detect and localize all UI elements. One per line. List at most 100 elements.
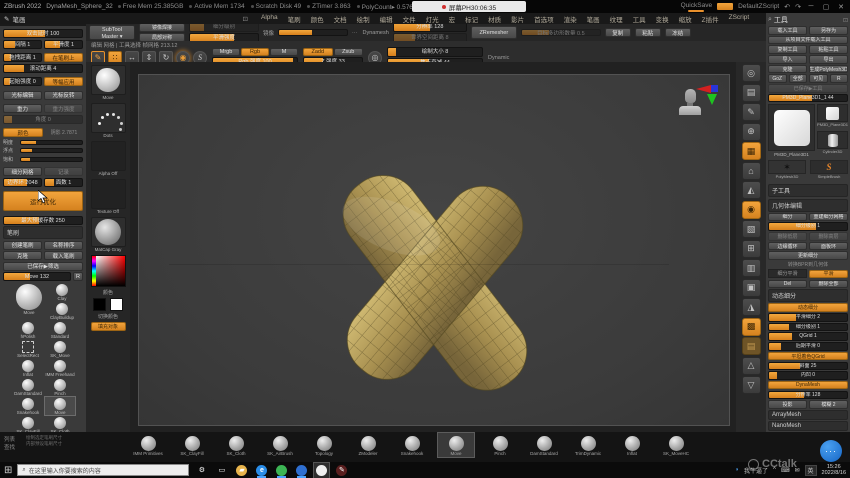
paint-mode-button[interactable]: Mrgb xyxy=(212,48,240,56)
section-header[interactable]: 几何体编辑 xyxy=(768,199,848,212)
button[interactable]: 重力 xyxy=(3,104,42,113)
slider[interactable]: 间隔 1 xyxy=(3,40,42,49)
redo-icon[interactable]: ↷ xyxy=(795,3,801,11)
search-icon[interactable]: ⌕ xyxy=(768,16,772,24)
slider[interactable]: 平滑细分 2 xyxy=(768,313,848,322)
slider[interactable]: 平滑度 1 xyxy=(44,40,83,49)
right-shelf-icon[interactable]: ◭ xyxy=(742,181,761,199)
undo-icon[interactable]: ↶ xyxy=(784,3,790,11)
secondary-color-swatch[interactable] xyxy=(110,298,123,311)
brush-IMM Freehand[interactable]: IMM Freehand xyxy=(45,359,75,377)
section-header[interactable]: ArrayMesh xyxy=(768,410,848,420)
clock[interactable]: 15:26 2022/8/16 xyxy=(822,464,846,477)
mirror-weld-button[interactable]: 镜像焊接 xyxy=(139,24,185,32)
button[interactable]: 已保存▶筛选 xyxy=(3,262,83,271)
stroke-type-tile[interactable]: Dots xyxy=(91,103,126,139)
sdiv-level-slider[interactable]: 细分级别 xyxy=(189,24,259,32)
menu-item[interactable]: 文档 xyxy=(329,14,352,24)
button[interactable]: 导出 xyxy=(809,55,848,64)
button[interactable]: 细分网格 xyxy=(3,167,42,176)
button[interactable]: DynaMesh xyxy=(768,381,848,390)
brush-Move[interactable]: Move xyxy=(13,283,45,315)
brush-Move[interactable]: Move xyxy=(45,397,75,415)
default-zscript-button[interactable]: DefaultZScript xyxy=(738,3,779,10)
fill-object-button[interactable]: 填充对象 xyxy=(91,322,126,331)
minimize-button[interactable]: ─ xyxy=(806,3,816,10)
zremesher-button[interactable]: ZRemesher xyxy=(471,26,517,39)
section-header[interactable]: NanoMesh xyxy=(768,421,848,431)
menu-item[interactable]: Alpha xyxy=(256,14,283,24)
menu-item[interactable]: 颜色 xyxy=(306,14,329,24)
tray-brush-Snakehook[interactable]: Snakehook xyxy=(394,433,430,457)
button[interactable]: 平滑 xyxy=(809,270,848,279)
menu-item[interactable]: 编辑 xyxy=(375,14,398,24)
current-brush-tile[interactable]: Move xyxy=(91,65,126,101)
slider[interactable]: 边界环 2048 xyxy=(3,178,42,187)
button[interactable]: 在笔刷上 xyxy=(44,53,83,62)
tool-thumb-plane[interactable]: PM3D_Plane3D1 xyxy=(817,104,848,127)
slider[interactable]: 最大预缓存数 250 xyxy=(3,216,83,225)
button[interactable]: 平坦着色QGrid xyxy=(768,352,848,361)
dock-pin-icon[interactable]: ⊡ xyxy=(243,15,248,23)
freeze-button[interactable]: 冻结 xyxy=(665,28,691,37)
button[interactable]: 边缘循环 xyxy=(768,242,807,251)
taskbar-app-icon[interactable]: ▰ xyxy=(234,463,249,478)
tray-brush-SK_MoveHC[interactable]: SK_MoveHC xyxy=(658,433,694,457)
right-shelf-icon[interactable]: ◉ xyxy=(742,201,761,219)
slider[interactable]: 细分级别 1 xyxy=(768,222,848,231)
slider[interactable]: 滚动距离 4 xyxy=(3,64,83,73)
brush-SelectRect[interactable]: SelectRect xyxy=(13,340,43,358)
notify-icon[interactable]: ◗ xyxy=(735,467,739,473)
tray-brush-SK_ClayFill[interactable]: SK_ClayFill xyxy=(174,433,210,457)
brush-ClayBuildup[interactable]: ClayBuildup xyxy=(47,302,77,320)
home-button[interactable] xyxy=(717,3,733,10)
tray-brush-Inflat[interactable]: Inflat xyxy=(614,433,650,457)
slider[interactable]: Move 132 xyxy=(3,272,71,281)
close-button[interactable]: ✕ xyxy=(836,3,846,11)
taskbar-app-icon[interactable] xyxy=(314,463,329,478)
quicksave-slider[interactable] xyxy=(688,10,704,12)
button[interactable]: Del xyxy=(768,280,807,289)
recording-tab[interactable]: 屏幕PH30:06:35 xyxy=(412,1,526,12)
button[interactable]: 粘贴工具 xyxy=(809,45,848,54)
taskbar-search[interactable]: ⌕ 在这里输入你要搜索的内容 xyxy=(17,464,189,476)
sculpt-mesh[interactable] xyxy=(139,75,729,425)
button[interactable]: 重建细分网格 xyxy=(809,213,848,222)
paste-button[interactable]: 粘贴 xyxy=(635,28,661,37)
main-color-swatch[interactable] xyxy=(93,298,106,311)
right-shelf-icon[interactable]: ▥ xyxy=(742,259,761,277)
quicksave-button[interactable]: QuickSave xyxy=(681,2,712,12)
section-header[interactable]: 动态细分 xyxy=(768,289,848,302)
menu-item[interactable]: 笔画 xyxy=(582,14,605,24)
taskbar-app-icon[interactable]: e xyxy=(254,463,269,478)
smooth-strength-slider[interactable]: 平滑强度 xyxy=(189,33,259,41)
menu-item[interactable]: 文件 xyxy=(398,14,421,24)
slider[interactable]: 分辨率 128 xyxy=(768,391,848,400)
tray-brush-TrimDynamic[interactable]: TrimDynamic xyxy=(570,433,606,457)
button[interactable]: 创建笔刷 xyxy=(3,241,42,250)
button[interactable]: 克隆 xyxy=(768,65,807,74)
target-poly-slider[interactable]: 目标多边形数量 0.5 xyxy=(521,29,601,36)
right-shelf-icon[interactable]: ⊞ xyxy=(742,240,761,258)
ime-chip[interactable]: 英 xyxy=(805,465,817,476)
menu-item[interactable]: 宏 xyxy=(444,14,461,24)
alpha-tile[interactable]: Alpha Off xyxy=(91,141,126,177)
tray-brush-Topology[interactable]: Topology xyxy=(306,433,342,457)
local-sym-button[interactable]: 局部对称 xyxy=(139,33,185,41)
taskbar-app-icon[interactable] xyxy=(294,463,309,478)
docked-palette-header[interactable]: ✎ 笔画 ⊡ xyxy=(4,14,256,24)
menu-item[interactable]: Z插件 xyxy=(697,14,724,24)
taskbar-app-icon[interactable]: ✎ xyxy=(334,463,349,478)
tray-brush-Move[interactable]: Move xyxy=(438,433,474,457)
axis-gizmo[interactable] xyxy=(693,83,723,113)
right-shelf-icon[interactable]: ▧ xyxy=(742,220,761,238)
right-shelf-icon[interactable]: ▩ xyxy=(742,318,761,336)
menu-item[interactable]: 首选项 xyxy=(529,14,559,24)
slider[interactable]: 起始强度 0 xyxy=(3,77,42,86)
right-shelf-icon[interactable]: ▤ xyxy=(742,337,761,355)
button[interactable]: 全部 xyxy=(789,74,808,83)
sv-square[interactable] xyxy=(96,256,125,286)
list-label[interactable]: 列表 xyxy=(4,436,15,444)
button[interactable]: 动态细分 xyxy=(768,303,848,312)
right-shelf-icon[interactable]: ⌂ xyxy=(742,162,761,180)
